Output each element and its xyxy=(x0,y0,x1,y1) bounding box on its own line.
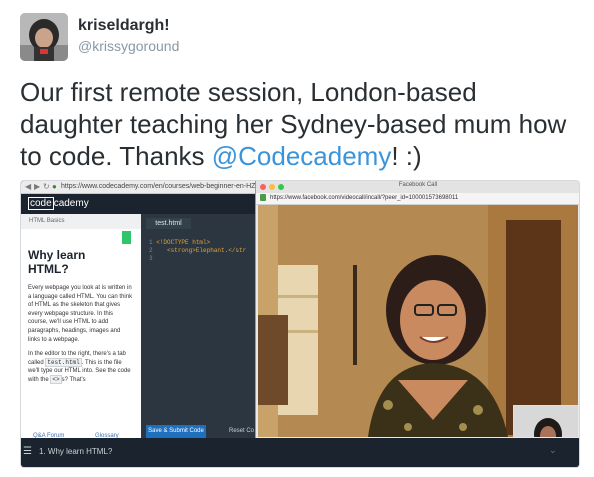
remote-video xyxy=(258,205,578,437)
code-content[interactable]: 1 <!DOCTYPE html> 2 <strong>Elephant.</s… xyxy=(149,239,246,263)
lesson-tab[interactable]: HTML Basics xyxy=(21,214,141,229)
lock-icon xyxy=(260,194,266,201)
tweet-text-end: ! :) xyxy=(391,141,422,171)
code-line: <strong>Elephant.</str xyxy=(167,247,247,254)
window-title: Facebook Call xyxy=(398,182,438,188)
address-bar[interactable]: https://www.codecademy.com/en/courses/we… xyxy=(61,182,255,192)
tweet-text: Our first remote session, London-based d… xyxy=(20,76,580,172)
self-view-video[interactable] xyxy=(513,405,578,437)
window-titlebar: Facebook Call xyxy=(256,181,579,193)
reset-code-button[interactable]: Reset Co xyxy=(229,425,254,438)
mention-link[interactable]: @Codecademy xyxy=(212,141,392,171)
inline-code: test.html xyxy=(45,357,82,367)
back-icon[interactable]: ◀ xyxy=(25,181,31,193)
lock-icon: ● xyxy=(52,182,57,191)
codecademy-logo[interactable]: code cademy xyxy=(28,197,89,210)
chevron-down-icon[interactable]: ⌄ xyxy=(549,445,557,456)
menu-icon[interactable]: ☰ xyxy=(23,446,32,457)
call-url[interactable]: https://www.facebook.com/videocall/incal… xyxy=(270,195,458,201)
tweet-media-image[interactable]: ◀ ▶ ↻ ● https://www.codecademy.com/en/co… xyxy=(20,180,580,468)
save-submit-button[interactable]: Save & Submit Code xyxy=(146,425,206,438)
lesson-paragraph: In the editor to the right, there's a ta… xyxy=(28,351,131,384)
inline-code: <> xyxy=(50,374,62,384)
avatar[interactable] xyxy=(20,13,68,61)
lesson-panel: HTML Basics Why learn HTML? Every webpag… xyxy=(21,214,141,439)
user-handle[interactable]: @krissygoround xyxy=(78,38,179,54)
reload-icon[interactable]: ↻ xyxy=(43,181,50,193)
lesson-body: Every webpage you look at is written in … xyxy=(28,284,134,391)
lesson-paragraph: Every webpage you look at is written in … xyxy=(28,285,133,343)
facebook-call-window: Facebook Call https://www.facebook.com/v… xyxy=(255,181,579,438)
code-line: <!DOCTYPE html> xyxy=(156,239,211,246)
lesson-title: Why learn HTML? xyxy=(28,248,86,276)
tab-test-html[interactable]: test.html xyxy=(146,218,191,229)
lesson-nav-bar: ☰ 1. Why learn HTML? ⌄ xyxy=(21,438,579,467)
display-name[interactable]: kriseldargh! xyxy=(78,17,170,35)
bookmark-icon[interactable] xyxy=(122,231,131,244)
forward-icon[interactable]: ▶ xyxy=(34,181,40,193)
call-url-bar: https://www.facebook.com/videocall/incal… xyxy=(256,193,579,205)
lesson-nav-label[interactable]: 1. Why learn HTML? xyxy=(39,446,112,458)
